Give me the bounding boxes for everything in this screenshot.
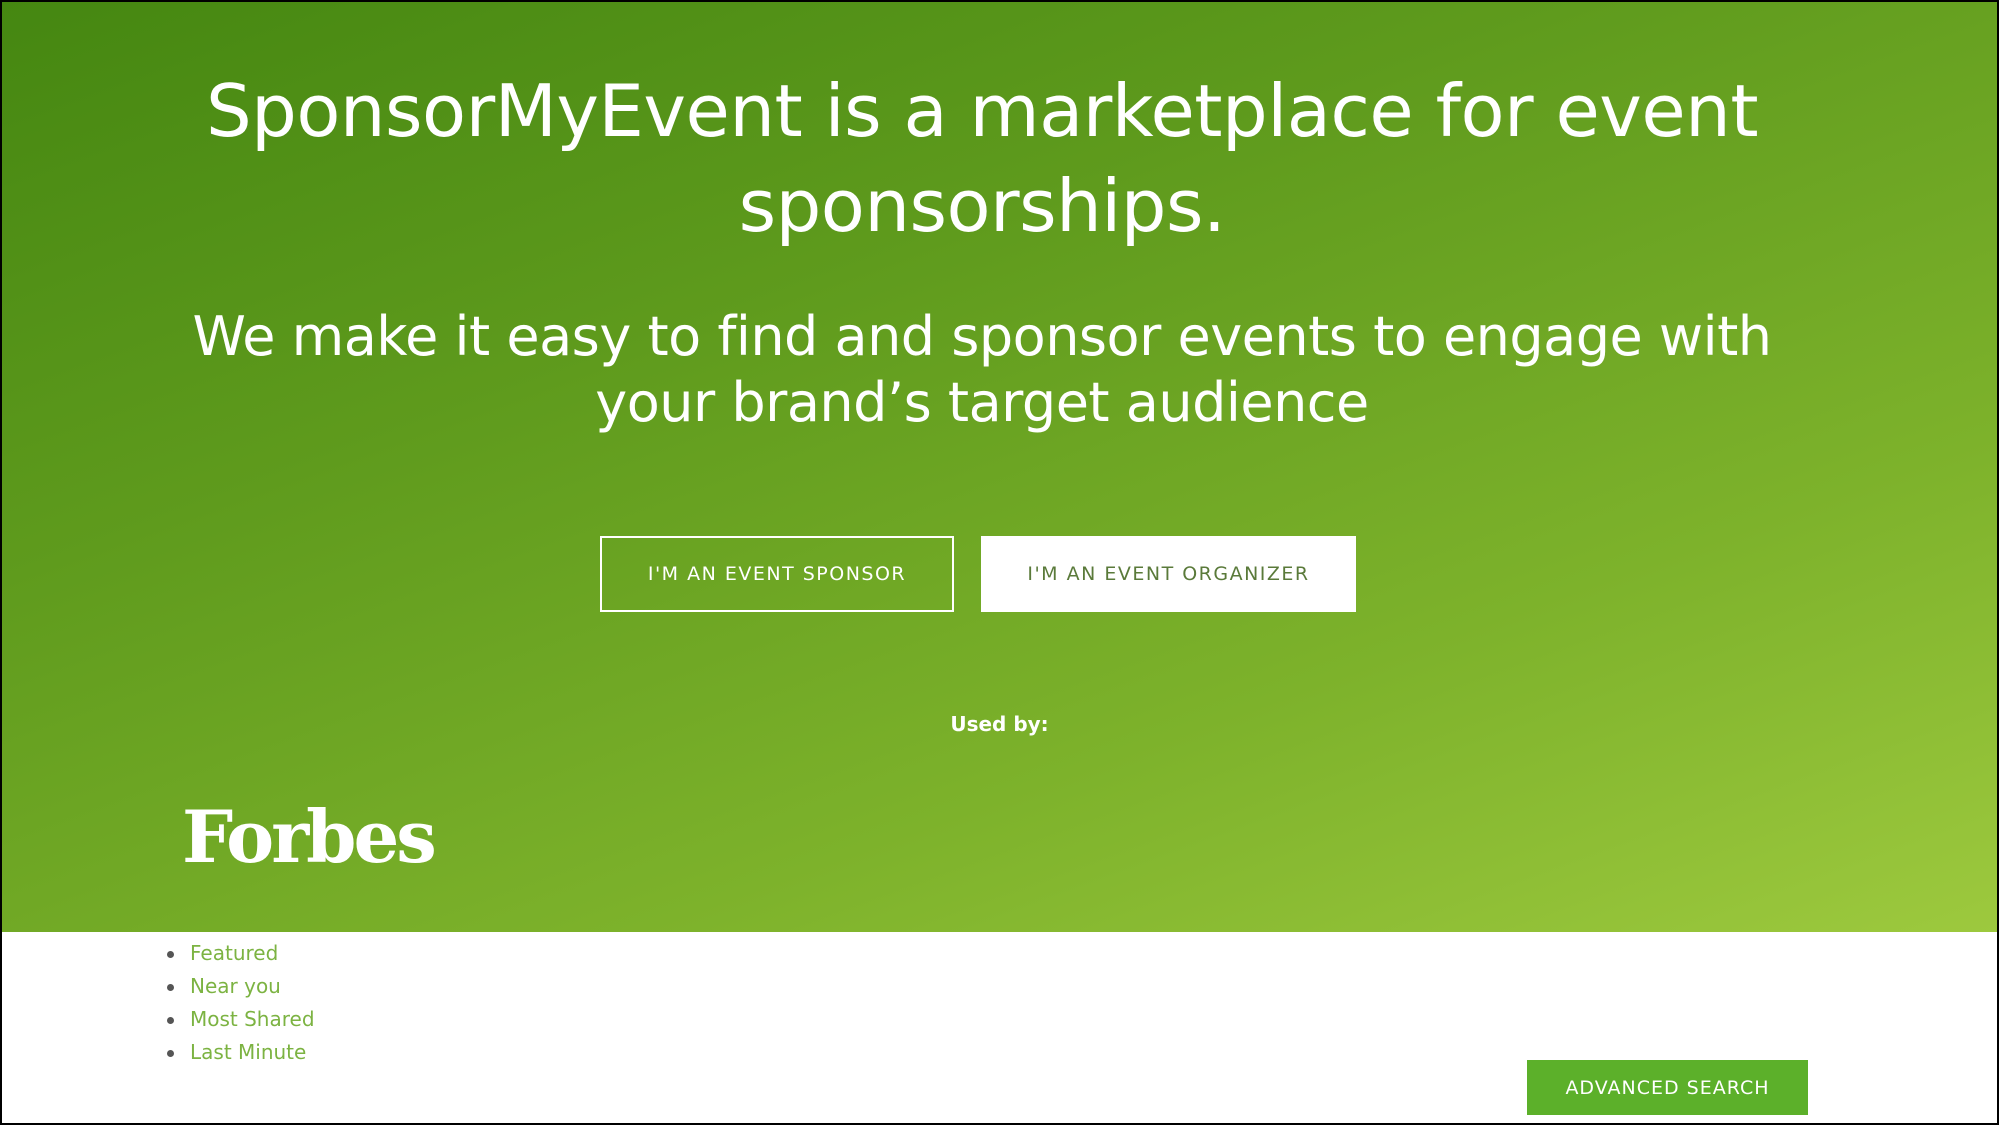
advanced-search-button[interactable]: ADVANCED SEARCH bbox=[1527, 1060, 1808, 1115]
event-sponsor-button[interactable]: I'M AN EVENT SPONSOR bbox=[600, 536, 954, 612]
tab-featured[interactable]: Featured bbox=[167, 937, 315, 970]
hero-subheadline: We make it easy to find and sponsor even… bbox=[192, 305, 1772, 434]
tab-last-minute[interactable]: Last Minute bbox=[167, 1036, 315, 1069]
event-filter-list: Featured Near you Most Shared Last Minut… bbox=[167, 937, 315, 1069]
hero-headline: SponsorMyEvent is a marketplace for even… bbox=[205, 69, 1759, 248]
hero-section: SponsorMyEvent is a marketplace for even… bbox=[2, 2, 1997, 932]
tab-near-you[interactable]: Near you bbox=[167, 970, 315, 1003]
forbes-logo: Forbes bbox=[182, 794, 437, 879]
page-frame: SponsorMyEvent is a marketplace for even… bbox=[0, 0, 1999, 1125]
used-by-label: Used by: bbox=[950, 712, 1049, 736]
tab-most-shared[interactable]: Most Shared bbox=[167, 1003, 315, 1036]
event-organizer-button[interactable]: I'M AN EVENT ORGANIZER bbox=[981, 536, 1356, 612]
